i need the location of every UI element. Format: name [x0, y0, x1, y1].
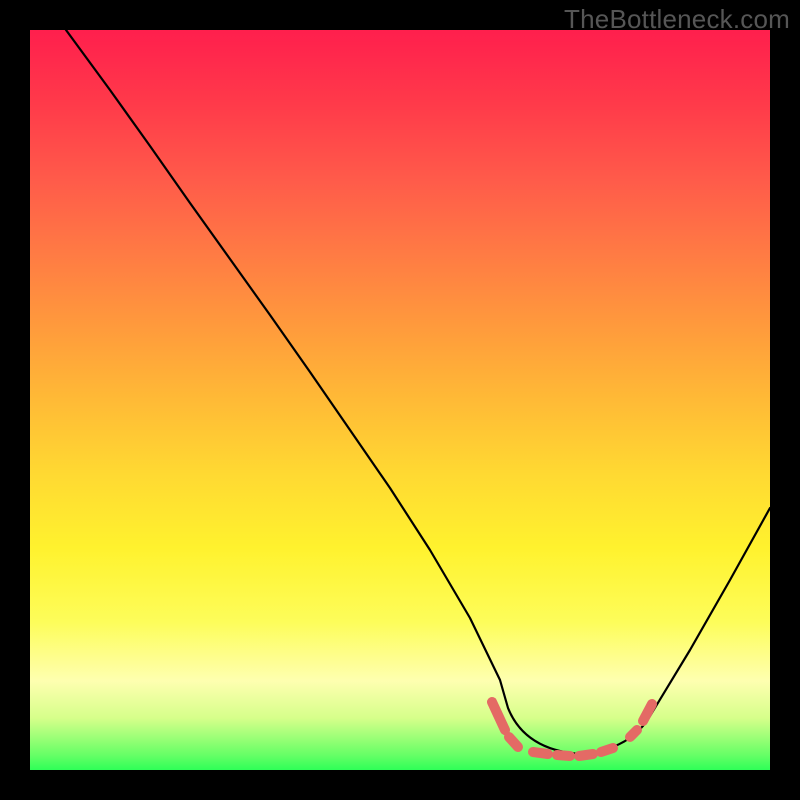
- marker-dash: [533, 752, 548, 754]
- marker-dash: [601, 748, 613, 752]
- marker-dash: [492, 702, 505, 730]
- optimal-range-markers: [492, 702, 652, 756]
- marker-dash: [643, 704, 652, 721]
- watermark-text: TheBottleneck.com: [564, 4, 790, 35]
- plot-area: [30, 30, 770, 770]
- marker-dash: [630, 730, 637, 737]
- marker-dash: [579, 754, 593, 756]
- marker-dash: [509, 737, 518, 747]
- chart-svg: [30, 30, 770, 770]
- bottleneck-curve: [66, 30, 770, 754]
- chart-frame: TheBottleneck.com: [0, 0, 800, 800]
- marker-dash: [557, 755, 570, 756]
